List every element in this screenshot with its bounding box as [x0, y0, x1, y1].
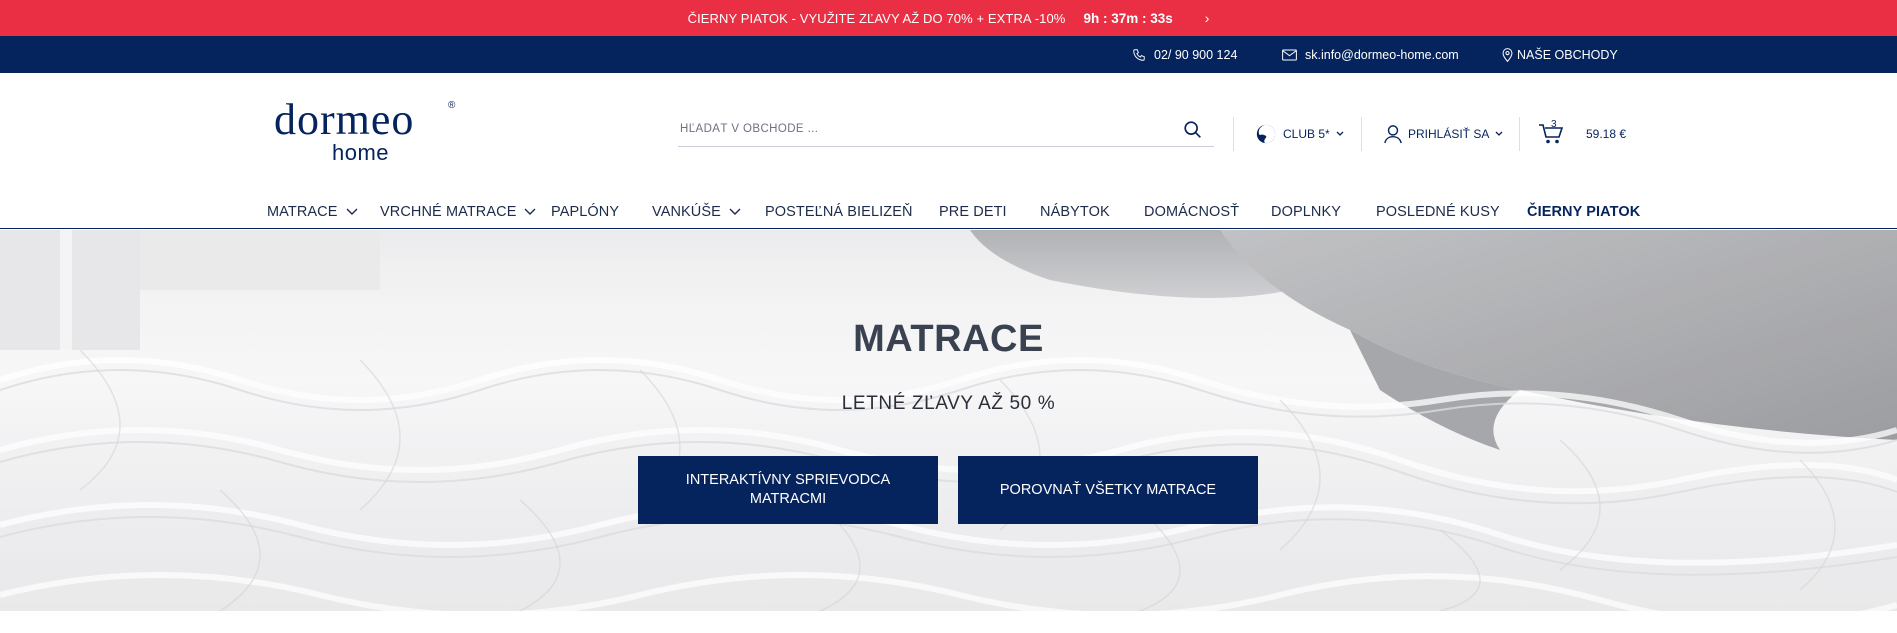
chevron-down-icon	[729, 208, 741, 215]
compare-mattresses-button[interactable]: POROVNAŤ VŠETKY MATRACE	[958, 456, 1258, 524]
nav-item-matrace[interactable]: MATRACE	[267, 195, 358, 229]
hero-title: MATRACE	[853, 318, 1044, 360]
main-nav: MATRACE VRCHNÉ MATRACE PAPLÓNY VANKÚŠE P…	[0, 195, 1897, 229]
nav-item-paplony[interactable]: PAPLÓNY	[551, 195, 619, 229]
page-content-start	[0, 611, 1897, 633]
promo-text: ČIERNY PIATOK - VYUŽITE ZĽAVY AŽ DO 70% …	[687, 10, 1066, 26]
phone-icon	[1133, 48, 1145, 61]
chevron-right-icon[interactable]: ›	[1205, 10, 1210, 26]
club-icon	[1256, 124, 1276, 144]
hero-background-image	[0, 230, 1897, 611]
nav-label: ČIERNY PIATOK	[1527, 204, 1641, 220]
mattress-guide-button[interactable]: INTERAKTÍVNY SPRIEVODCA MATRACMI	[638, 456, 938, 524]
nav-item-postelna-bielizen[interactable]: POSTEĽNÁ BIELIZEŇ	[765, 195, 913, 229]
chevron-down-icon	[1495, 130, 1503, 139]
dormeo-logo[interactable]: dormeo ® home	[274, 95, 464, 168]
cta-label: INTERAKTÍVNY SPRIEVODCA MATRACMI	[685, 472, 891, 507]
stores-label: NAŠE OBCHODY	[1517, 47, 1618, 62]
nav-label: VANKÚŠE	[652, 204, 721, 220]
stores-link[interactable]: NAŠE OBCHODY	[1502, 36, 1618, 73]
nav-item-domacnost[interactable]: DOMÁCNOSŤ	[1144, 195, 1239, 229]
promo-bar[interactable]: ČIERNY PIATOK - VYUŽITE ZĽAVY AŽ DO 70% …	[0, 0, 1897, 36]
nav-item-vrchne-matrace[interactable]: VRCHNÉ MATRACE	[380, 195, 536, 229]
nav-label: VRCHNÉ MATRACE	[380, 204, 517, 220]
chevron-down-icon	[524, 208, 536, 215]
header-divider	[1233, 117, 1234, 151]
cart-total: 59.18 €	[1586, 127, 1627, 141]
phone-link[interactable]: 02/ 90 900 124	[1132, 36, 1237, 73]
nav-item-vankuse[interactable]: VANKÚŠE	[652, 195, 741, 229]
chevron-down-icon	[346, 208, 358, 215]
phone-number: 02/ 90 900 124	[1154, 47, 1238, 62]
search-input[interactable]	[680, 113, 1160, 145]
contact-bar: 02/ 90 900 124 sk.info@dormeo-home.com N…	[0, 36, 1897, 73]
nav-item-pre-deti[interactable]: PRE DETI	[939, 195, 1007, 229]
registered-mark: ®	[448, 100, 456, 111]
nav-item-cierny-piatok[interactable]: ČIERNY PIATOK	[1527, 195, 1640, 229]
user-icon	[1384, 125, 1402, 144]
cta-label: POROVNAŤ VŠETKY MATRACE	[999, 481, 1217, 498]
header-divider	[1361, 117, 1362, 151]
nav-label: POSTEĽNÁ BIELIZEŇ	[765, 204, 913, 220]
search-icon[interactable]	[1182, 119, 1204, 141]
nav-item-nabytok[interactable]: NÁBYTOK	[1040, 195, 1110, 229]
hero-banner: MATRACE LETNÉ ZĽAVY AŽ 50 % INTERAKTÍVNY…	[0, 230, 1897, 611]
location-pin-icon	[1502, 47, 1513, 62]
nav-item-posledne-kusy[interactable]: POSLEDNÉ KUSY	[1376, 195, 1500, 229]
nav-label: NÁBYTOK	[1040, 204, 1110, 220]
login-label: PRIHLÁSIŤ SA	[1408, 127, 1490, 141]
logo-sub: home	[332, 140, 390, 165]
countdown-timer: 9h : 37m : 33s	[1083, 10, 1173, 26]
nav-item-doplnky[interactable]: DOPLNKY	[1271, 195, 1341, 229]
email-link[interactable]: sk.info@dormeo-home.com	[1282, 36, 1459, 73]
nav-label: MATRACE	[267, 204, 338, 220]
nav-label: DOMÁCNOSŤ	[1144, 204, 1240, 220]
hero-subtitle: LETNÉ ZĽAVY AŽ 50 %	[841, 393, 1056, 414]
site-header: dormeo ® home CLUB 5* PRIHLÁSIŤ SA	[0, 73, 1897, 191]
search-box	[678, 113, 1214, 147]
mail-icon	[1282, 49, 1297, 60]
nav-label: DOPLNKY	[1271, 204, 1341, 220]
svg-text:dormeo: dormeo	[274, 98, 414, 142]
nav-label: PAPLÓNY	[551, 204, 620, 220]
club-label: CLUB 5*	[1283, 127, 1330, 141]
nav-label: POSLEDNÉ KUSY	[1376, 204, 1500, 220]
login-dropdown[interactable]: PRIHLÁSIŤ SA	[1384, 117, 1503, 151]
club-dropdown[interactable]: CLUB 5*	[1255, 117, 1344, 151]
email-address: sk.info@dormeo-home.com	[1305, 47, 1459, 62]
cart-count-badge: 3	[1551, 119, 1557, 130]
chevron-down-icon	[1336, 130, 1344, 139]
nav-label: PRE DETI	[939, 204, 1007, 220]
header-divider	[1519, 117, 1520, 151]
